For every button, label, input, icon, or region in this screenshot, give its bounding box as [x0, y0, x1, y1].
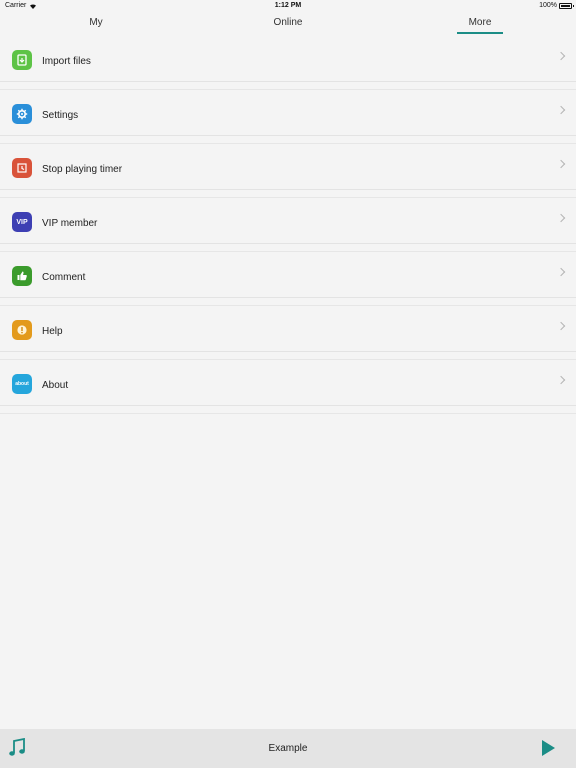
- battery-percent: 100%: [539, 2, 557, 9]
- thumbs-up-icon: [12, 266, 32, 286]
- menu-item-label: Comment: [42, 272, 86, 283]
- menu-item-stop-playing-timer[interactable]: Stop playing timer: [0, 144, 576, 198]
- menu-item-label: About: [42, 380, 69, 391]
- about-icon: about: [12, 374, 32, 394]
- menu-item-label: Stop playing timer: [42, 164, 123, 175]
- menu-item-help[interactable]: Help: [0, 306, 576, 360]
- menu-item-import-files[interactable]: Import files: [0, 36, 576, 90]
- menu-item-comment[interactable]: Comment: [0, 252, 576, 306]
- now-playing-bar: Example: [0, 729, 576, 768]
- tab-more[interactable]: More: [384, 12, 576, 35]
- timer-icon: [12, 158, 32, 178]
- top-tabs: My Online More: [0, 12, 576, 35]
- now-playing-title: Example: [268, 743, 308, 754]
- vip-icon: VIP: [12, 212, 32, 232]
- play-icon[interactable]: [542, 740, 555, 756]
- tab-online[interactable]: Online: [192, 12, 384, 35]
- menu-item-label: Import files: [42, 56, 91, 67]
- help-icon: [12, 320, 32, 340]
- menu-item-settings[interactable]: Settings: [0, 90, 576, 144]
- import-icon: [12, 50, 32, 70]
- status-bar: Carrier 1:12 PM 100%: [0, 0, 576, 12]
- menu-item-label: Help: [42, 326, 63, 337]
- battery-indicator: 100%: [539, 2, 574, 9]
- menu-item-label: VIP member: [42, 218, 98, 229]
- menu-item-about[interactable]: about About: [0, 360, 576, 414]
- more-menu: Import files Settings Stop playing timer…: [0, 36, 576, 414]
- battery-icon: [559, 2, 574, 9]
- menu-item-vip-member[interactable]: VIP VIP member: [0, 198, 576, 252]
- clock: 1:12 PM: [274, 2, 302, 9]
- gear-icon: [12, 104, 32, 124]
- tab-my[interactable]: My: [0, 12, 192, 35]
- menu-item-label: Settings: [42, 110, 79, 121]
